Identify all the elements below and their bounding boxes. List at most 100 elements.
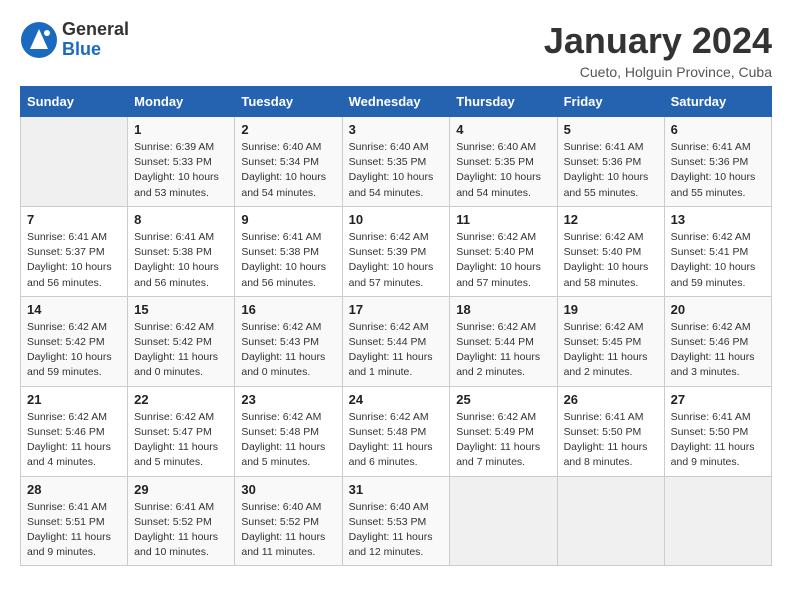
calendar-cell: 8 Sunrise: 6:41 AM Sunset: 5:38 PM Daylig… (128, 206, 235, 296)
day-info: Sunrise: 6:39 AM Sunset: 5:33 PM Dayligh… (134, 140, 228, 201)
calendar-cell: 26 Sunrise: 6:41 AM Sunset: 5:50 PM Dayli… (557, 386, 664, 476)
day-number: 17 (349, 302, 444, 317)
day-info: Sunrise: 6:42 AM Sunset: 5:46 PM Dayligh… (671, 320, 765, 381)
weekday-header-sunday: Sunday (21, 87, 128, 117)
calendar-cell: 16 Sunrise: 6:42 AM Sunset: 5:43 PM Dayli… (235, 296, 342, 386)
calendar-cell: 4 Sunrise: 6:40 AM Sunset: 5:35 PM Daylig… (450, 117, 557, 207)
day-number: 31 (349, 482, 444, 497)
day-number: 20 (671, 302, 765, 317)
calendar-week-5: 28Sunrise: 6:41 AM Sunset: 5:51 PM Dayli… (21, 476, 772, 566)
logo-blue: Blue (62, 39, 101, 59)
calendar-cell: 10 Sunrise: 6:42 AM Sunset: 5:39 PM Dayli… (342, 206, 450, 296)
day-info: Sunrise: 6:40 AM Sunset: 5:35 PM Dayligh… (456, 140, 550, 201)
title-block: January 2024 Cueto, Holguin Province, Cu… (544, 20, 772, 80)
day-info: Sunrise: 6:41 AM Sunset: 5:50 PM Dayligh… (671, 410, 765, 471)
day-info: Sunrise: 6:42 AM Sunset: 5:47 PM Dayligh… (134, 410, 228, 471)
day-info: Sunrise: 6:41 AM Sunset: 5:52 PM Dayligh… (134, 500, 228, 561)
calendar-cell: 2 Sunrise: 6:40 AM Sunset: 5:34 PM Daylig… (235, 117, 342, 207)
calendar-cell: 29 Sunrise: 6:41 AM Sunset: 5:52 PM Dayli… (128, 476, 235, 566)
day-info: Sunrise: 6:40 AM Sunset: 5:34 PM Dayligh… (241, 140, 335, 201)
day-info: Sunrise: 6:41 AM Sunset: 5:38 PM Dayligh… (241, 230, 335, 291)
day-number: 2 (241, 122, 335, 137)
day-info: Sunrise: 6:41 AM Sunset: 5:50 PM Dayligh… (564, 410, 658, 471)
calendar-cell: 31Sunrise: 6:40 AM Sunset: 5:53 PM Dayli… (342, 476, 450, 566)
calendar-cell: 20 Sunrise: 6:42 AM Sunset: 5:46 PM Dayli… (664, 296, 771, 386)
weekday-header-tuesday: Tuesday (235, 87, 342, 117)
calendar-cell (664, 476, 771, 566)
calendar-cell: 13 Sunrise: 6:42 AM Sunset: 5:41 PM Dayli… (664, 206, 771, 296)
day-number: 27 (671, 392, 765, 407)
logo-general: General (62, 19, 129, 39)
logo: General Blue (20, 20, 129, 60)
calendar-cell: 25Sunrise: 6:42 AM Sunset: 5:49 PM Dayli… (450, 386, 557, 476)
calendar-cell: 17 Sunrise: 6:42 AM Sunset: 5:44 PM Dayli… (342, 296, 450, 386)
calendar-cell: 28Sunrise: 6:41 AM Sunset: 5:51 PM Dayli… (21, 476, 128, 566)
calendar-cell (450, 476, 557, 566)
day-info: Sunrise: 6:42 AM Sunset: 5:39 PM Dayligh… (349, 230, 444, 291)
day-number: 3 (349, 122, 444, 137)
logo-icon (20, 21, 58, 59)
day-info: Sunrise: 6:41 AM Sunset: 5:36 PM Dayligh… (564, 140, 658, 201)
day-number: 9 (241, 212, 335, 227)
day-number: 24 (349, 392, 444, 407)
day-info: Sunrise: 6:42 AM Sunset: 5:42 PM Dayligh… (27, 320, 121, 381)
calendar-cell: 12 Sunrise: 6:42 AM Sunset: 5:40 PM Dayli… (557, 206, 664, 296)
calendar-cell: 18Sunrise: 6:42 AM Sunset: 5:44 PM Dayli… (450, 296, 557, 386)
day-info: Sunrise: 6:41 AM Sunset: 5:36 PM Dayligh… (671, 140, 765, 201)
day-number: 14 (27, 302, 121, 317)
day-number: 7 (27, 212, 121, 227)
calendar-cell (21, 117, 128, 207)
calendar-cell: 15 Sunrise: 6:42 AM Sunset: 5:42 PM Dayli… (128, 296, 235, 386)
day-number: 28 (27, 482, 121, 497)
day-info: Sunrise: 6:42 AM Sunset: 5:45 PM Dayligh… (564, 320, 658, 381)
calendar-cell: 23Sunrise: 6:42 AM Sunset: 5:48 PM Dayli… (235, 386, 342, 476)
day-number: 11 (456, 212, 550, 227)
day-info: Sunrise: 6:42 AM Sunset: 5:43 PM Dayligh… (241, 320, 335, 381)
calendar-cell: 24 Sunrise: 6:42 AM Sunset: 5:48 PM Dayli… (342, 386, 450, 476)
day-number: 15 (134, 302, 228, 317)
calendar-cell: 9 Sunrise: 6:41 AM Sunset: 5:38 PM Daylig… (235, 206, 342, 296)
day-info: Sunrise: 6:42 AM Sunset: 5:42 PM Dayligh… (134, 320, 228, 381)
day-info: Sunrise: 6:40 AM Sunset: 5:52 PM Dayligh… (241, 500, 335, 561)
month-title: January 2024 (544, 20, 772, 62)
calendar-cell: 27 Sunrise: 6:41 AM Sunset: 5:50 PM Dayli… (664, 386, 771, 476)
day-info: Sunrise: 6:42 AM Sunset: 5:41 PM Dayligh… (671, 230, 765, 291)
day-number: 13 (671, 212, 765, 227)
weekday-header-saturday: Saturday (664, 87, 771, 117)
calendar-table: SundayMondayTuesdayWednesdayThursdayFrid… (20, 86, 772, 566)
calendar-week-2: 7Sunrise: 6:41 AM Sunset: 5:37 PM Daylig… (21, 206, 772, 296)
day-info: Sunrise: 6:42 AM Sunset: 5:46 PM Dayligh… (27, 410, 121, 471)
calendar-cell: 3Sunrise: 6:40 AM Sunset: 5:35 PM Daylig… (342, 117, 450, 207)
day-info: Sunrise: 6:42 AM Sunset: 5:40 PM Dayligh… (564, 230, 658, 291)
calendar-cell: 11Sunrise: 6:42 AM Sunset: 5:40 PM Dayli… (450, 206, 557, 296)
day-info: Sunrise: 6:41 AM Sunset: 5:38 PM Dayligh… (134, 230, 228, 291)
day-number: 19 (564, 302, 658, 317)
day-number: 16 (241, 302, 335, 317)
day-number: 25 (456, 392, 550, 407)
day-number: 4 (456, 122, 550, 137)
day-number: 12 (564, 212, 658, 227)
weekday-header-row: SundayMondayTuesdayWednesdayThursdayFrid… (21, 87, 772, 117)
calendar-week-4: 21 Sunrise: 6:42 AM Sunset: 5:46 PM Dayli… (21, 386, 772, 476)
weekday-header-wednesday: Wednesday (342, 87, 450, 117)
calendar-cell: 19 Sunrise: 6:42 AM Sunset: 5:45 PM Dayli… (557, 296, 664, 386)
day-number: 18 (456, 302, 550, 317)
day-number: 5 (564, 122, 658, 137)
calendar-cell: 14 Sunrise: 6:42 AM Sunset: 5:42 PM Dayli… (21, 296, 128, 386)
calendar-cell (557, 476, 664, 566)
day-number: 1 (134, 122, 228, 137)
day-number: 8 (134, 212, 228, 227)
calendar-cell: 7Sunrise: 6:41 AM Sunset: 5:37 PM Daylig… (21, 206, 128, 296)
day-number: 10 (349, 212, 444, 227)
calendar-week-3: 14 Sunrise: 6:42 AM Sunset: 5:42 PM Dayli… (21, 296, 772, 386)
day-info: Sunrise: 6:42 AM Sunset: 5:44 PM Dayligh… (349, 320, 444, 381)
weekday-header-thursday: Thursday (450, 87, 557, 117)
day-number: 26 (564, 392, 658, 407)
day-number: 23 (241, 392, 335, 407)
day-info: Sunrise: 6:42 AM Sunset: 5:48 PM Dayligh… (349, 410, 444, 471)
weekday-header-friday: Friday (557, 87, 664, 117)
day-number: 29 (134, 482, 228, 497)
day-number: 21 (27, 392, 121, 407)
calendar-cell: 22Sunrise: 6:42 AM Sunset: 5:47 PM Dayli… (128, 386, 235, 476)
calendar-cell: 5 Sunrise: 6:41 AM Sunset: 5:36 PM Daylig… (557, 117, 664, 207)
